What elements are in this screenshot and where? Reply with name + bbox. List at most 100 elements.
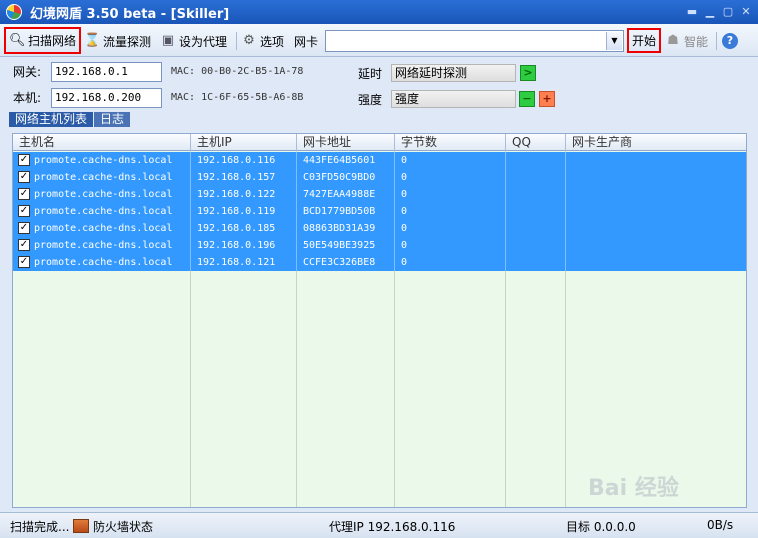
cell-vendor xyxy=(566,220,746,237)
traffic-detect-label: 流量探测 xyxy=(103,34,152,49)
table-row[interactable]: promote.cache-dns.local 192.168.0.121 CCFE… xyxy=(13,254,746,271)
scan-status: 扫描完成... xyxy=(10,520,70,534)
set-proxy-button[interactable]: ▣ 设为代理 xyxy=(160,29,227,53)
table-row[interactable]: promote.cache-dns.local 192.168.0.119 BCD1… xyxy=(13,203,746,220)
firewall-status: 防火墙状态 xyxy=(93,520,154,534)
local-ip-field[interactable]: 192.168.0.200 xyxy=(51,88,162,108)
chevron-down-icon[interactable]: ▼ xyxy=(606,32,622,50)
tab-bar: 网络主机列表 日志 xyxy=(9,112,131,127)
tab-log[interactable]: 日志 xyxy=(93,112,131,127)
column-header-vendor[interactable]: 网卡生产商 xyxy=(566,134,746,151)
cell-hostname: promote.cache-dns.local xyxy=(13,203,191,220)
cell-bytes: 0 xyxy=(395,220,506,237)
row-checkbox[interactable]: ✓ xyxy=(18,171,30,183)
cell-mac: BCD1779BD50B xyxy=(297,203,395,220)
traffic-detect-button[interactable]: ⌛ 流量探测 xyxy=(84,29,151,53)
cell-bytes: 0 xyxy=(395,254,506,271)
strength-increase-button[interactable]: + xyxy=(539,91,555,107)
cell-vendor xyxy=(566,152,746,169)
cell-qq xyxy=(506,186,566,203)
nic-select[interactable]: ▼ xyxy=(325,30,624,52)
row-checkbox[interactable]: ✓ xyxy=(18,222,30,234)
tab-host-list[interactable]: 网络主机列表 xyxy=(9,112,94,127)
strength-decrease-button[interactable]: − xyxy=(519,91,535,107)
cell-ip: 192.168.0.121 xyxy=(191,254,297,271)
scan-network-label: 扫描网络 xyxy=(28,34,77,48)
column-header-bytes[interactable]: 字节数 xyxy=(395,134,506,151)
latency-label: 延时 xyxy=(358,67,383,81)
row-checkbox[interactable]: ✓ xyxy=(18,256,30,268)
help-icon: ? xyxy=(722,33,738,49)
cell-vendor xyxy=(566,237,746,254)
latency-field: 网络延时探测 xyxy=(391,64,516,82)
start-label: 开始 xyxy=(632,34,657,48)
cell-mac: 443FE64B5601 xyxy=(297,152,395,169)
cell-ip: 192.168.0.122 xyxy=(191,186,297,203)
help-icon[interactable]: ▬ xyxy=(684,4,700,19)
cell-mac: 7427EAA4988E xyxy=(297,186,395,203)
app-logo-icon xyxy=(6,4,22,20)
window-controls: ▬ ▁ ▢ ✕ xyxy=(684,4,754,19)
start-button[interactable]: 开始 xyxy=(627,28,662,53)
smart-button[interactable]: ☗ 智能 xyxy=(665,29,708,53)
latency-go-button[interactable]: > xyxy=(520,65,536,81)
search-icon: 🔍︎ xyxy=(9,32,26,48)
minimize-icon[interactable]: ▁ xyxy=(702,4,718,19)
nic-label-text: 网卡 xyxy=(294,34,319,49)
speed-status: 0B/s xyxy=(707,518,734,532)
cell-qq xyxy=(506,152,566,169)
cell-ip: 192.168.0.196 xyxy=(191,237,297,254)
column-header-mac[interactable]: 网卡地址 xyxy=(297,134,395,151)
cell-hostname: promote.cache-dns.local xyxy=(13,254,191,271)
watermark: Bai 经验 xyxy=(588,476,679,501)
gateway-label: 网关: xyxy=(13,65,42,79)
close-icon[interactable]: ✕ xyxy=(738,4,754,19)
table-row[interactable]: promote.cache-dns.local 192.168.0.116 443F… xyxy=(13,152,746,169)
cell-bytes: 0 xyxy=(395,186,506,203)
cell-hostname: promote.cache-dns.local xyxy=(13,186,191,203)
table-row[interactable]: promote.cache-dns.local 192.168.0.122 7427… xyxy=(13,186,746,203)
help-button[interactable]: ? xyxy=(722,29,738,53)
scan-network-button[interactable]: 🔍︎ 扫描网络 xyxy=(4,27,82,54)
set-proxy-label: 设为代理 xyxy=(179,34,228,49)
row-checkbox[interactable]: ✓ xyxy=(18,154,30,166)
cell-vendor xyxy=(566,203,746,220)
nic-label: 网卡 xyxy=(294,29,318,53)
column-header-hostname[interactable]: 主机名 xyxy=(13,134,191,151)
cell-qq xyxy=(506,220,566,237)
cell-bytes: 0 xyxy=(395,203,506,220)
gear-icon: ⚙ xyxy=(243,33,255,48)
cell-vendor xyxy=(566,169,746,186)
table-header: 主机名 主机IP 网卡地址 字节数 QQ 网卡生产商 xyxy=(13,134,746,151)
options-label: 选项 xyxy=(260,34,285,49)
cell-mac: CCFE3C326BE8 xyxy=(297,254,395,271)
local-label: 本机: xyxy=(13,91,42,105)
computer-icon: ▣ xyxy=(161,33,175,48)
cell-vendor xyxy=(566,186,746,203)
firewall-icon xyxy=(73,519,89,533)
gateway-mac: MAC: 00-B0-2C-B5-1A-78 xyxy=(171,66,304,77)
column-header-qq[interactable]: QQ xyxy=(506,134,566,151)
table-row[interactable]: promote.cache-dns.local 192.168.0.196 50E5… xyxy=(13,237,746,254)
row-checkbox[interactable]: ✓ xyxy=(18,188,30,200)
table-row[interactable]: promote.cache-dns.local 192.168.0.185 0886… xyxy=(13,220,746,237)
cell-mac: 08863BD31A39 xyxy=(297,220,395,237)
column-header-ip[interactable]: 主机IP xyxy=(191,134,297,151)
cell-bytes: 0 xyxy=(395,237,506,254)
network-info-panel: 网关: 192.168.0.1 MAC: 00-B0-2C-B5-1A-78 本… xyxy=(0,58,758,110)
cell-hostname: promote.cache-dns.local xyxy=(13,237,191,254)
smart-icon: ☗ xyxy=(667,33,679,48)
row-checkbox[interactable]: ✓ xyxy=(18,205,30,217)
options-button[interactable]: ⚙ 选项 xyxy=(241,29,284,53)
cell-hostname: promote.cache-dns.local xyxy=(13,152,191,169)
gateway-ip-field[interactable]: 192.168.0.1 xyxy=(51,62,162,82)
maximize-icon[interactable]: ▢ xyxy=(720,4,736,19)
table-row[interactable]: promote.cache-dns.local 192.168.0.157 C03F… xyxy=(13,169,746,186)
cell-qq xyxy=(506,169,566,186)
plus-icon: + xyxy=(542,92,552,105)
cell-ip: 192.168.0.119 xyxy=(191,203,297,220)
go-arrow-icon: > xyxy=(523,66,533,79)
toolbar-divider xyxy=(236,32,237,50)
cell-mac: C03FD50C9BD0 xyxy=(297,169,395,186)
row-checkbox[interactable]: ✓ xyxy=(18,239,30,251)
